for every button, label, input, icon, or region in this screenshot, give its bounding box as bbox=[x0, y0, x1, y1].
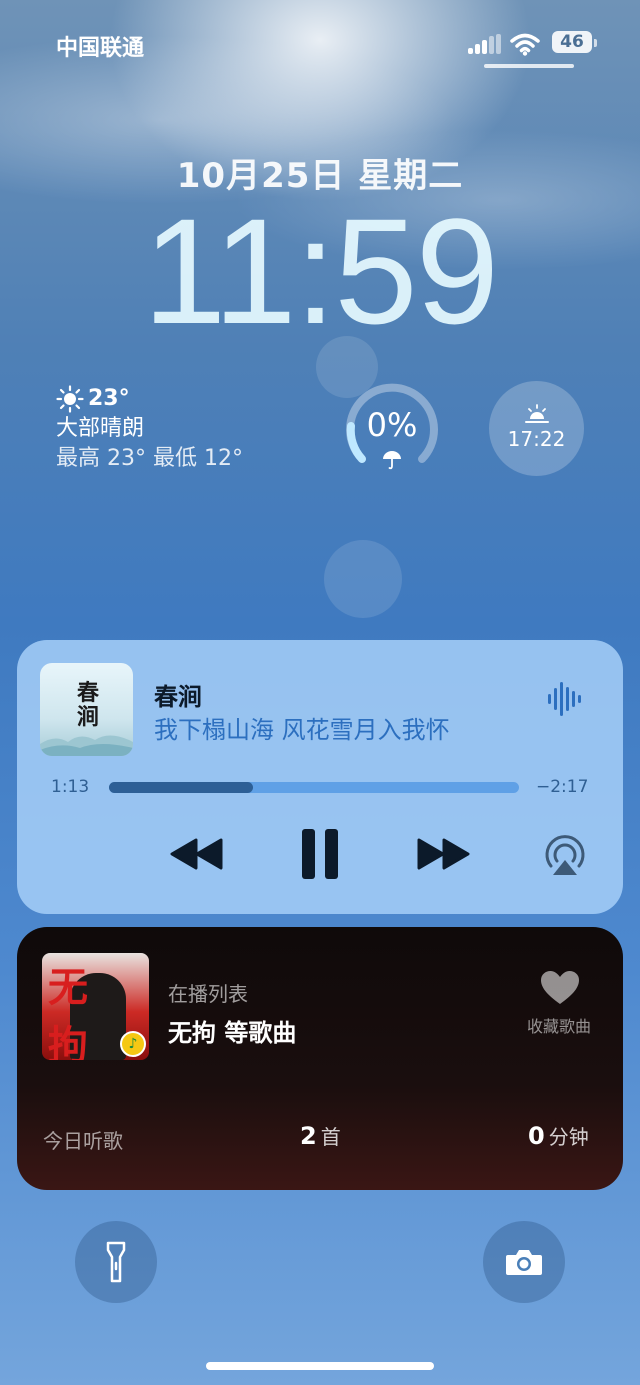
elapsed-time: 1:13 bbox=[51, 777, 90, 797]
minutes-count: 0 分钟 bbox=[528, 1121, 589, 1150]
sunset-time: 17:22 bbox=[507, 427, 566, 451]
music-app-badge-icon: ♪ bbox=[120, 1031, 146, 1057]
lock-time: 11:59 bbox=[142, 187, 499, 355]
today-listening-label: 今日听歌 bbox=[43, 1129, 123, 1153]
battery-icon: 46 bbox=[552, 31, 592, 53]
songs-count-unit: 首 bbox=[320, 1125, 341, 1149]
weather-widget[interactable]: 23° 大部晴朗 最高 23° 最低 12° bbox=[56, 384, 243, 474]
umbrella-icon bbox=[383, 451, 401, 470]
weather-temp: 23° bbox=[88, 386, 130, 411]
remaining-time: −2:17 bbox=[536, 777, 589, 797]
playlist-title: 无拘 等歌曲 bbox=[168, 1019, 297, 1047]
weather-condition: 大部晴朗 bbox=[56, 416, 145, 441]
wifi-icon bbox=[510, 33, 540, 56]
camera-button[interactable] bbox=[483, 1221, 565, 1303]
mountain-illustration bbox=[40, 735, 133, 756]
playback-progress bbox=[109, 782, 253, 793]
song-title: 春涧 bbox=[154, 683, 202, 711]
waveform-icon bbox=[548, 682, 584, 716]
lens-flare bbox=[324, 540, 402, 618]
carrier-name: 中国联通 bbox=[56, 36, 145, 61]
album-art[interactable]: 春涧 bbox=[40, 663, 133, 756]
battery-tip bbox=[594, 39, 597, 47]
fast-forward-icon[interactable] bbox=[416, 838, 470, 870]
minutes-count-value: 0 bbox=[528, 1122, 545, 1150]
control-center-indicator[interactable] bbox=[484, 64, 574, 68]
signal-icon bbox=[468, 34, 502, 54]
album-art-title: 春涧 bbox=[76, 680, 99, 730]
songs-count-value: 2 bbox=[300, 1122, 317, 1150]
heart-icon[interactable] bbox=[540, 970, 580, 1006]
home-indicator[interactable] bbox=[206, 1362, 434, 1370]
camera-icon bbox=[506, 1250, 542, 1275]
pause-icon[interactable] bbox=[301, 829, 339, 879]
flashlight-icon bbox=[106, 1241, 126, 1283]
rain-chance-value: 0% bbox=[366, 406, 418, 444]
flashlight-button[interactable] bbox=[75, 1221, 157, 1303]
status-bar: 中国联通 46 bbox=[0, 28, 640, 61]
sun-icon bbox=[56, 385, 84, 413]
sunset-icon bbox=[525, 404, 549, 423]
songs-count: 2首 bbox=[300, 1121, 341, 1150]
playlist-album-art[interactable]: 无拘 ♪ bbox=[42, 953, 149, 1060]
airplay-icon[interactable] bbox=[543, 834, 587, 876]
minutes-count-unit: 分钟 bbox=[548, 1125, 589, 1149]
rewind-icon[interactable] bbox=[170, 838, 224, 870]
song-subtitle: 我下榻山海 风花雪月入我怀 bbox=[154, 716, 450, 744]
favorite-songs-label[interactable]: 收藏歌曲 bbox=[527, 1013, 591, 1037]
playlist-label: 在播列表 bbox=[168, 982, 248, 1006]
weather-range: 最高 23° 最低 12° bbox=[56, 446, 243, 471]
playback-scrubber[interactable] bbox=[109, 782, 519, 793]
